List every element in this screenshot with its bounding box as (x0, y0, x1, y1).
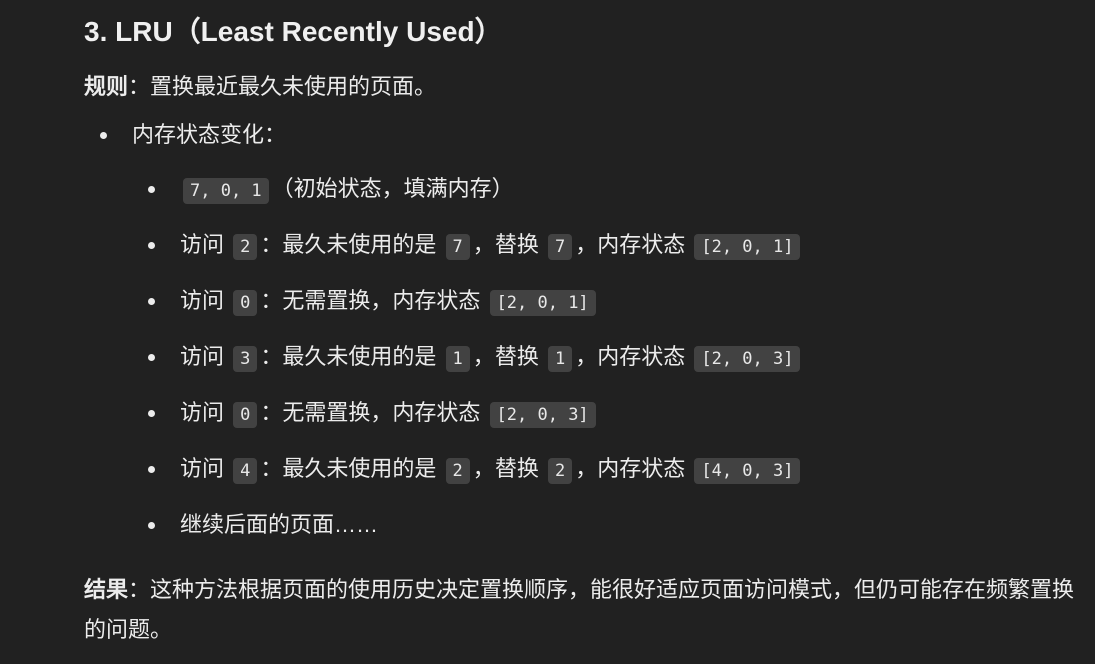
visit-word: 访问 (180, 400, 225, 425)
initial-state-code: 7, 0, 1 (183, 178, 269, 204)
colon: ： (260, 288, 283, 313)
result-colon: ： (128, 577, 151, 602)
memory-list-item: 内存状态变化： 7, 0, 1 （初始状态，填满内存） 访问 2 ：最久未使用的是 … (84, 118, 1084, 542)
replace-word: 替换 (494, 456, 539, 481)
initial-note: （初始状态，填满内存） (271, 176, 514, 201)
rule-label: 规则 (84, 74, 129, 99)
comma: ， (575, 456, 598, 481)
replaced-page-code: 7 (547, 234, 573, 260)
comma: ， (472, 456, 495, 481)
comma: ， (575, 344, 598, 369)
rule-paragraph: 规则：置换最近最久未使用的页面。 (84, 70, 1084, 104)
result-paragraph: 结果：这种方法根据页面的使用历史决定置换顺序，能很好适应页面访问模式，但仍可能存… (84, 570, 1084, 650)
colon: ： (260, 456, 283, 481)
memory-state-code: [2, 0, 1] (694, 234, 801, 260)
lru-phrase: 最久未使用的是 (282, 344, 437, 369)
step-continue: 继续后面的页面…… (132, 508, 1084, 542)
continue-text: 继续后面的页面…… (180, 512, 379, 537)
comma: ， (472, 344, 495, 369)
state-word: 内存状态 (597, 232, 686, 257)
comma: ， (575, 232, 598, 257)
colon: ： (260, 232, 283, 257)
result-label: 结果 (84, 577, 129, 602)
step-initial: 7, 0, 1 （初始状态，填满内存） (132, 172, 1084, 208)
rule-colon: ： (128, 74, 151, 99)
visit-page-code: 2 (233, 234, 258, 260)
step-visit-5: 访问 4 ：最久未使用的是 2 ，替换 2 ，内存状态 [4, 0, 3] (132, 452, 1084, 488)
memory-state-code: [2, 0, 1] (489, 290, 596, 316)
memory-label: 内存状态变化： (132, 122, 287, 147)
document-content: 3. LRU（Least Recently Used） 规则：置换最近最久未使用… (84, 8, 1084, 650)
no-replace-text: 无需置换，内存状态 (282, 400, 481, 425)
victim-page-code: 1 (445, 346, 470, 372)
replaced-page-code: 2 (547, 458, 573, 484)
colon: ： (260, 400, 283, 425)
state-word: 内存状态 (597, 456, 686, 481)
victim-page-code: 7 (445, 234, 470, 260)
replace-word: 替换 (494, 232, 539, 257)
lru-phrase: 最久未使用的是 (282, 232, 437, 257)
replaced-page-code: 1 (547, 346, 573, 372)
visit-word: 访问 (180, 344, 225, 369)
visit-page-code: 0 (233, 290, 258, 316)
step-visit-1: 访问 2 ：最久未使用的是 7 ，替换 7 ，内存状态 [2, 0, 1] (132, 228, 1084, 264)
lru-phrase: 最久未使用的是 (282, 456, 437, 481)
memory-state-code: [2, 0, 3] (489, 402, 596, 428)
replace-word: 替换 (494, 344, 539, 369)
memory-steps-list: 7, 0, 1 （初始状态，填满内存） 访问 2 ：最久未使用的是 7 ，替换 7 ，内… (132, 172, 1084, 542)
visit-word: 访问 (180, 232, 225, 257)
rule-text: 置换最近最久未使用的页面。 (150, 74, 437, 99)
visit-page-code: 3 (233, 346, 258, 372)
step-visit-3: 访问 3 ：最久未使用的是 1 ，替换 1 ，内存状态 [2, 0, 3] (132, 340, 1084, 376)
step-visit-4: 访问 0 ：无需置换，内存状态 [2, 0, 3] (132, 396, 1084, 432)
visit-word: 访问 (180, 456, 225, 481)
visit-page-code: 4 (233, 458, 258, 484)
visit-word: 访问 (180, 288, 225, 313)
step-visit-2: 访问 0 ：无需置换，内存状态 [2, 0, 1] (132, 284, 1084, 320)
victim-page-code: 2 (445, 458, 470, 484)
memory-state-code: [4, 0, 3] (694, 458, 801, 484)
no-replace-text: 无需置换，内存状态 (282, 288, 481, 313)
state-word: 内存状态 (597, 344, 686, 369)
result-text: 这种方法根据页面的使用历史决定置换顺序，能很好适应页面访问模式，但仍可能存在频繁… (84, 577, 1075, 642)
memory-state-code: [2, 0, 3] (694, 346, 801, 372)
memory-list: 内存状态变化： 7, 0, 1 （初始状态，填满内存） 访问 2 ：最久未使用的是 … (84, 118, 1084, 542)
comma: ， (472, 232, 495, 257)
colon: ： (260, 344, 283, 369)
section-heading: 3. LRU（Least Recently Used） (84, 16, 503, 47)
visit-page-code: 0 (233, 402, 258, 428)
